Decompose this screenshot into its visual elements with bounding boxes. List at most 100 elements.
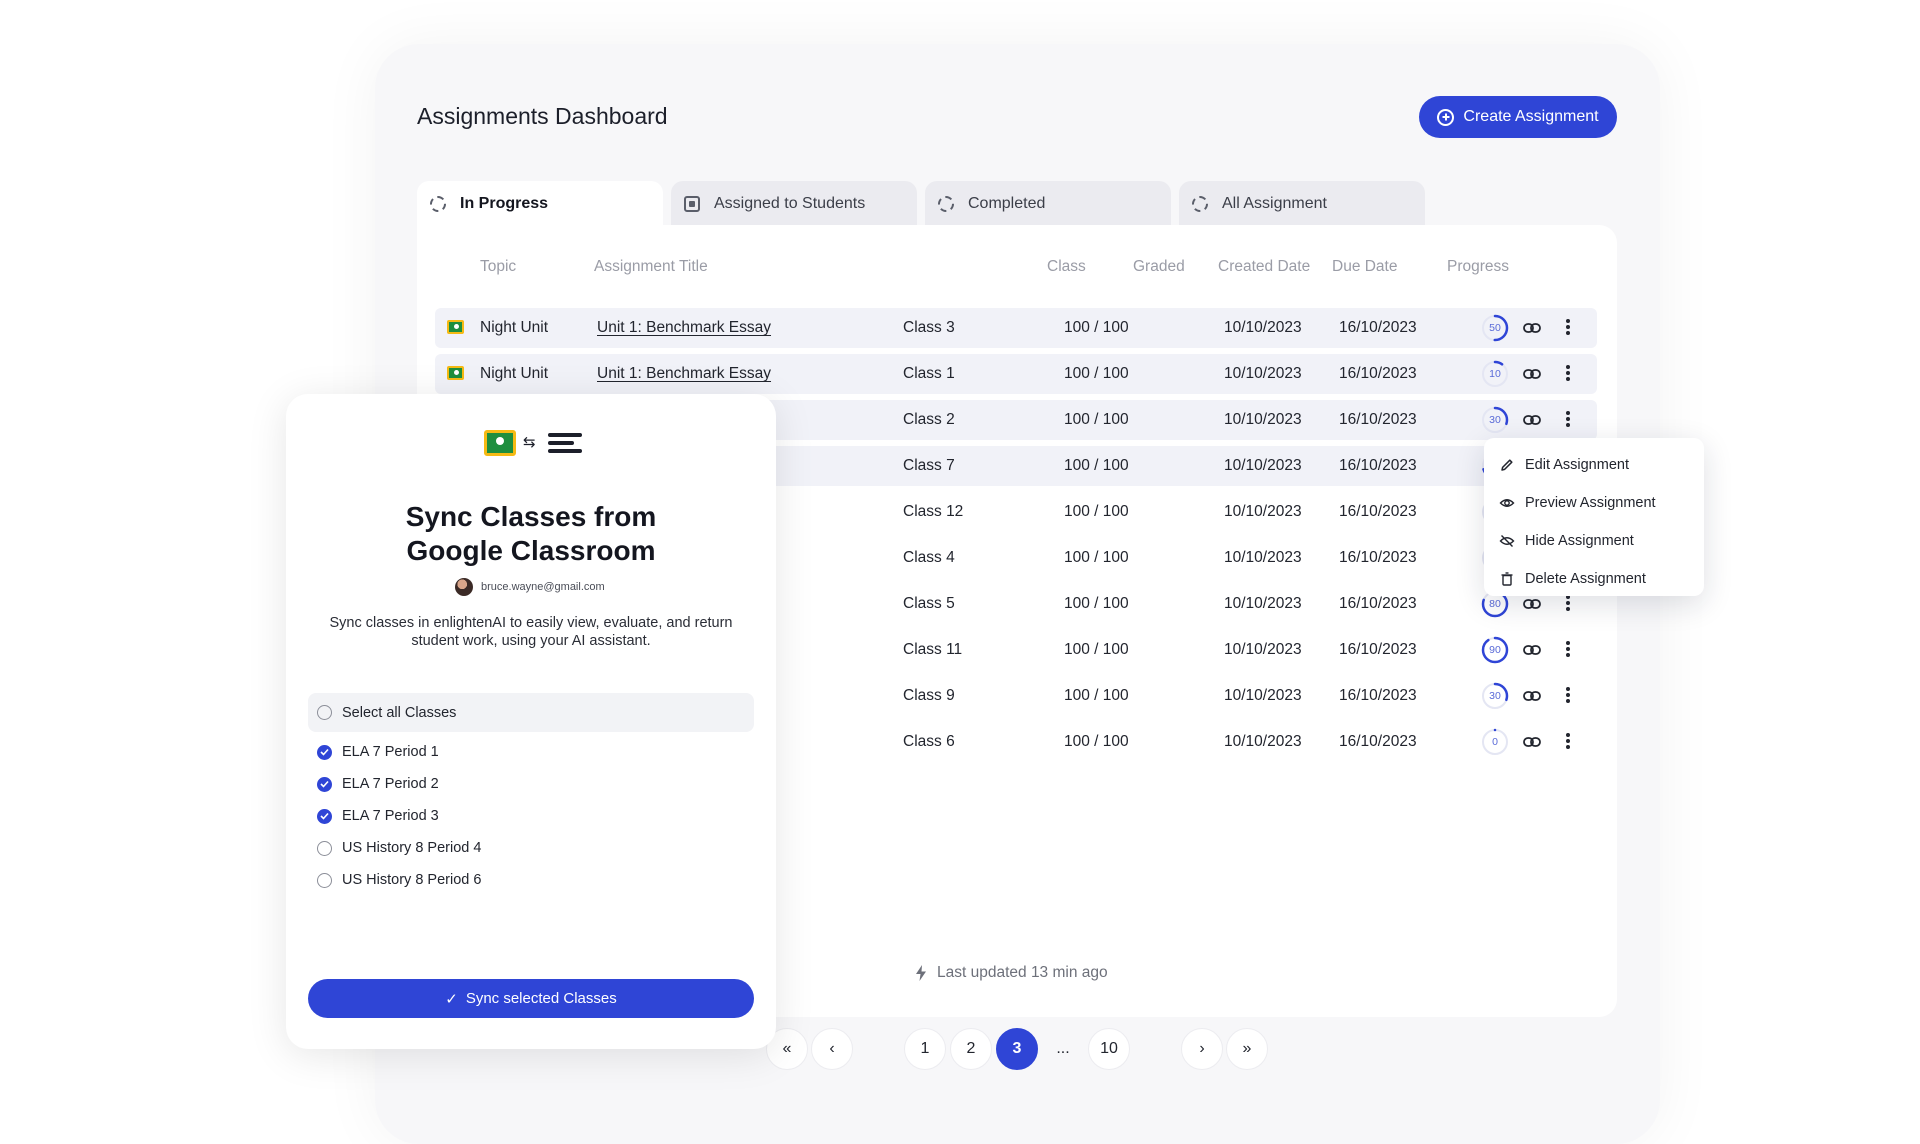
cell-due-date: 16/10/2023 (1339, 733, 1417, 750)
tab-completed[interactable]: Completed (925, 181, 1171, 226)
more-options-icon[interactable] (1566, 641, 1570, 657)
unchecked-circle-icon (317, 840, 332, 856)
preview-assignment-menu-item[interactable]: Preview Assignment (1484, 484, 1704, 522)
hide-assignment-menu-item[interactable]: Hide Assignment (1484, 522, 1704, 560)
checked-circle-icon (317, 744, 332, 760)
link-icon[interactable] (1523, 689, 1541, 701)
class-checkbox-item[interactable]: US History 8 Period 4 (317, 840, 481, 856)
class-checkbox-item[interactable]: ELA 7 Period 1 (317, 744, 439, 760)
cell-due-date: 16/10/2023 (1339, 411, 1417, 428)
cell-created-date: 10/10/2023 (1224, 595, 1302, 612)
tab-in-progress[interactable]: In Progress (417, 181, 663, 226)
column-header-class: Class (1047, 258, 1086, 275)
cell-graded: 100 / 100 (1064, 687, 1129, 704)
page-ellipsis: ... (1056, 1040, 1070, 1057)
google-classroom-icon (447, 320, 464, 334)
cell-created-date: 10/10/2023 (1224, 549, 1302, 566)
more-options-icon[interactable] (1566, 687, 1570, 703)
sync-button-label: Sync selected Classes (465, 990, 617, 1007)
cell-due-date: 16/10/2023 (1339, 457, 1417, 474)
link-icon[interactable] (1523, 597, 1541, 609)
link-icon[interactable] (1523, 367, 1541, 379)
class-checkbox-item[interactable]: ELA 7 Period 3 (317, 808, 439, 824)
tab-bar: In Progress Assigned to Students Complet… (417, 181, 1425, 226)
class-checkbox-item[interactable]: ELA 7 Period 2 (317, 776, 439, 792)
page-button-current[interactable]: 3 (996, 1028, 1038, 1070)
google-classroom-icon (484, 430, 516, 456)
double-chevron-right-icon: » (1242, 1040, 1252, 1057)
sync-dialog-title: Sync Classes from Google Classroom (286, 500, 776, 568)
assigned-icon (684, 195, 700, 212)
more-options-icon[interactable] (1566, 733, 1570, 749)
cell-graded: 100 / 100 (1064, 595, 1129, 612)
double-chevron-left-icon: « (782, 1040, 792, 1057)
column-header-title: Assignment Title (594, 258, 708, 275)
sync-classes-dialog: ⇆ Sync Classes from Google Classroom bru… (286, 394, 776, 1049)
row-context-menu: Edit Assignment Preview Assignment Hide … (1484, 438, 1704, 596)
tab-label: Completed (968, 194, 1046, 212)
next-page-button[interactable]: › (1181, 1028, 1223, 1070)
more-options-icon[interactable] (1566, 319, 1570, 335)
page-button[interactable]: 1 (904, 1028, 946, 1070)
cell-class: Class 7 (903, 457, 955, 474)
cell-due-date: 16/10/2023 (1339, 319, 1417, 336)
more-options-icon[interactable] (1566, 365, 1570, 381)
table-row[interactable]: Night Unit Unit 1: Benchmark Essay Class 1… (435, 354, 1597, 394)
account-info: bruce.wayne@gmail.com (455, 578, 605, 596)
cell-due-date: 16/10/2023 (1339, 641, 1417, 658)
sync-title-line-1: Sync Classes from (405, 501, 657, 532)
tab-all-assignment[interactable]: All Assignment (1179, 181, 1425, 226)
cell-assignment-title[interactable]: Unit 1: Benchmark Essay (597, 354, 771, 394)
page-button[interactable]: 10 (1088, 1028, 1130, 1070)
cell-graded: 100 / 100 (1064, 733, 1129, 750)
cell-graded: 100 / 100 (1064, 549, 1129, 566)
sync-selected-classes-button[interactable]: ✓ Sync selected Classes (308, 979, 754, 1018)
checked-circle-icon (317, 776, 332, 792)
cell-class: Class 1 (903, 365, 955, 382)
tab-label: In Progress (460, 194, 549, 212)
account-email: bruce.wayne@gmail.com (481, 581, 605, 593)
create-assignment-button[interactable]: Create Assignment (1419, 96, 1617, 138)
link-icon[interactable] (1523, 735, 1541, 747)
select-all-classes-radio[interactable]: Select all Classes (308, 693, 754, 732)
progress-ring: 50 (1480, 313, 1510, 343)
sync-description: Sync classes in enlightenAI to easily vi… (329, 615, 733, 649)
cell-created-date: 10/10/2023 (1224, 641, 1302, 658)
cell-created-date: 10/10/2023 (1224, 687, 1302, 704)
delete-assignment-menu-item[interactable]: Delete Assignment (1484, 560, 1704, 598)
class-checkbox-item[interactable]: US History 8 Period 6 (317, 872, 481, 888)
progress-ring: 10 (1480, 359, 1510, 389)
progress-value: 0 (1492, 736, 1498, 748)
radio-unchecked-icon (317, 705, 332, 720)
class-label: ELA 7 Period 3 (342, 808, 439, 824)
progress-ring: 90 (1480, 635, 1510, 665)
column-header-created-date: Created Date (1218, 258, 1311, 275)
cell-assignment-title[interactable]: Unit 1: Benchmark Essay (597, 308, 771, 348)
pencil-icon (1501, 459, 1513, 471)
edit-assignment-menu-item[interactable]: Edit Assignment (1484, 446, 1704, 484)
progress-value: 90 (1489, 644, 1501, 656)
avatar (455, 578, 473, 596)
page-button[interactable]: 2 (950, 1028, 992, 1070)
cell-graded: 100 / 100 (1064, 641, 1129, 658)
menu-item-label: Delete Assignment (1525, 571, 1646, 587)
table-row[interactable]: Night Unit Unit 1: Benchmark Essay Class 3… (435, 308, 1597, 348)
more-options-icon[interactable] (1566, 411, 1570, 427)
prev-page-button[interactable]: ‹ (811, 1028, 853, 1070)
link-icon[interactable] (1523, 413, 1541, 425)
link-icon[interactable] (1523, 643, 1541, 655)
progress-ring: 0 (1480, 727, 1510, 757)
column-header-due-date: Due Date (1332, 258, 1398, 275)
cell-class: Class 9 (903, 687, 955, 704)
cell-class: Class 11 (903, 641, 963, 658)
tab-assigned-to-students[interactable]: Assigned to Students (671, 181, 917, 226)
trash-icon (1501, 572, 1513, 586)
checked-circle-icon (317, 808, 332, 824)
link-icon[interactable] (1523, 321, 1541, 333)
cell-graded: 100 / 100 (1064, 365, 1129, 382)
all-icon (1192, 195, 1208, 212)
class-label: ELA 7 Period 2 (342, 776, 439, 792)
chevron-left-icon: ‹ (829, 1040, 835, 1057)
class-label: ELA 7 Period 1 (342, 744, 439, 760)
last-page-button[interactable]: » (1226, 1028, 1268, 1070)
